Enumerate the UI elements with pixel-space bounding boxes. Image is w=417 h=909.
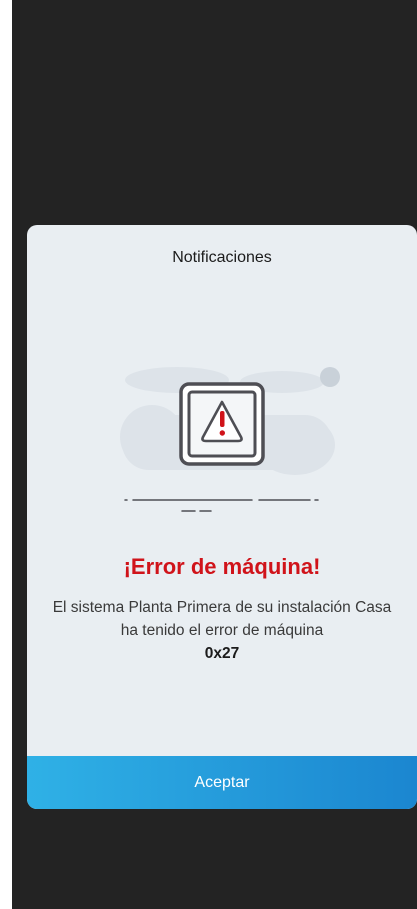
machine-warning-icon (120, 367, 340, 512)
error-code: 0x27 (204, 645, 240, 662)
error-title: ¡Error de máquina! (123, 554, 321, 579)
dialog-title: Notificaciones (172, 249, 272, 266)
accept-button[interactable]: Aceptar (27, 756, 417, 809)
error-message: El sistema Planta Primera de su instalac… (52, 599, 392, 639)
app-screen: Notificaciones ¡Error de máquina! El sis… (12, 0, 417, 909)
error-message-block: El sistema Planta Primera de su instalac… (47, 596, 397, 665)
notification-dialog: Notificaciones ¡Error de máquina! El sis… (27, 225, 417, 809)
